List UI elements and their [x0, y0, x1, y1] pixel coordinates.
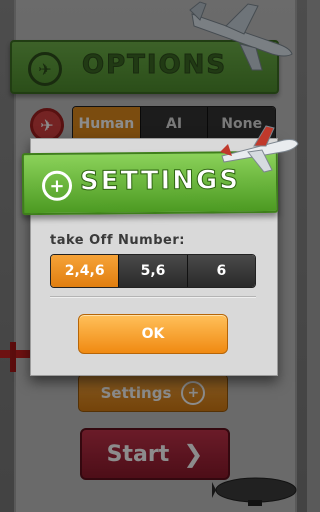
jet-decoration-icon [220, 125, 299, 173]
takeoff-option-246[interactable]: 2,4,6 [51, 255, 120, 287]
takeoff-option-56[interactable]: 5,6 [119, 255, 188, 287]
settings-dialog-title: SETTINGS [79, 165, 241, 197]
ok-button[interactable]: OK [78, 314, 228, 354]
plus-circle-icon: + [41, 170, 73, 201]
takeoff-number-label: take Off Number: [50, 233, 185, 248]
divider [50, 296, 256, 298]
takeoff-option-6[interactable]: 6 [187, 255, 255, 287]
takeoff-number-selector: 2,4,6 5,6 6 [50, 254, 256, 288]
